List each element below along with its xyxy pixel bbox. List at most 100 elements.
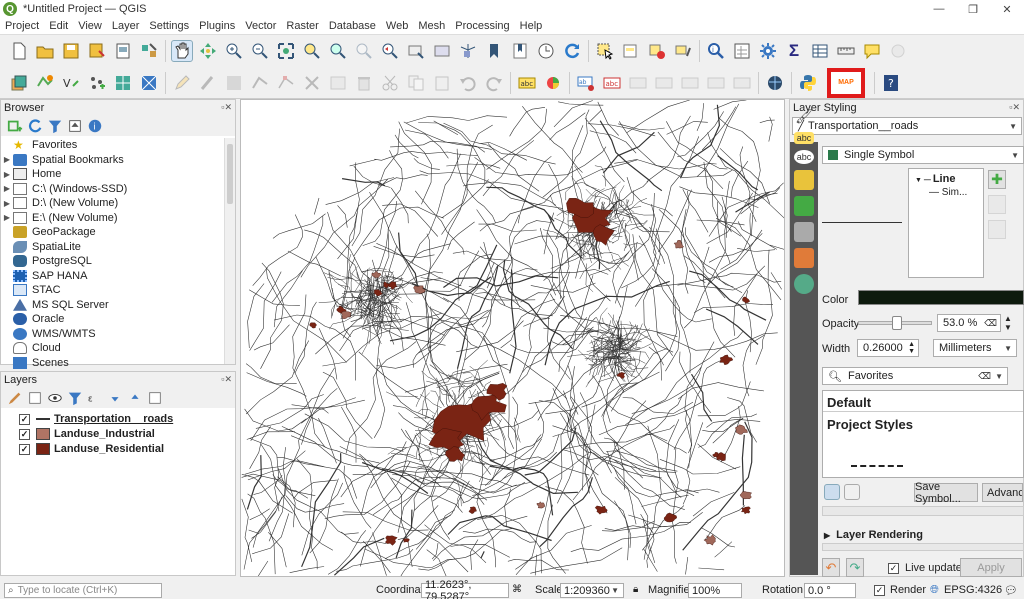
live-update-toggle[interactable]: ✓ Live update: [888, 562, 962, 574]
browser-item-d-drive[interactable]: ▶ D:\ (New Volume): [1, 196, 223, 211]
locator-search-input[interactable]: ⌕ Type to locate (Ctrl+K): [4, 583, 162, 598]
refresh-icon[interactable]: [561, 40, 583, 62]
rotation-spinbox[interactable]: 0.0 °: [804, 583, 856, 598]
clear-icon[interactable]: ⌫: [984, 318, 997, 329]
color-picker-button[interactable]: [858, 290, 1024, 305]
processing-gear-icon[interactable]: [757, 40, 779, 62]
browser-item-spatial-bookmarks[interactable]: ▶ Spatial Bookmarks: [1, 153, 223, 168]
render-checkbox[interactable]: ✓: [874, 585, 885, 596]
new-3d-view-icon[interactable]: [457, 40, 479, 62]
list-view-button[interactable]: [844, 484, 860, 500]
remove-symbol-layer-button[interactable]: [988, 195, 1006, 214]
add-raster-layer-icon[interactable]: [112, 72, 134, 94]
toggle-extents-icon[interactable]: ⌘: [512, 584, 522, 595]
redo-style-button[interactable]: ↷: [846, 558, 864, 577]
browser-item-sap-hana[interactable]: SAP HANA: [1, 269, 223, 284]
save-project-icon[interactable]: [60, 40, 82, 62]
rendering-tab-icon[interactable]: [794, 248, 814, 268]
panel-float-close-icon[interactable]: ▫✕: [1009, 102, 1020, 113]
symbol-search-input[interactable]: 🔍︎ Favorites ⌫ ▼: [822, 367, 1008, 385]
browser-item-geopackage[interactable]: GeoPackage: [1, 225, 223, 240]
new-map-view-icon[interactable]: [431, 40, 453, 62]
menu-project[interactable]: Project: [0, 20, 44, 32]
masks-tab-icon[interactable]: abc: [794, 150, 814, 164]
rotate-label-icon[interactable]: [679, 72, 701, 94]
zoom-last-icon[interactable]: [379, 40, 401, 62]
browser-item-favorites[interactable]: ★ Favorites: [1, 138, 223, 153]
browser-item-stac[interactable]: STAC: [1, 283, 223, 298]
map-canvas[interactable]: [240, 99, 785, 577]
show-bookmarks-icon[interactable]: [509, 40, 531, 62]
save-as-icon[interactable]: [86, 40, 108, 62]
browser-item-cloud[interactable]: Cloud: [1, 341, 223, 356]
manage-visibility-eye-icon[interactable]: [47, 390, 63, 406]
undo-icon[interactable]: [457, 72, 479, 94]
tree-arrow[interactable]: ▶: [1, 184, 13, 193]
browser-item-spatialite[interactable]: SpatiaLite: [1, 240, 223, 255]
fields-tab-icon[interactable]: [794, 222, 814, 242]
add-selected-layers-icon[interactable]: [7, 118, 23, 134]
zoom-full-icon[interactable]: [275, 40, 297, 62]
select-features-icon[interactable]: [594, 40, 616, 62]
show-hide-labels-icon[interactable]: [627, 72, 649, 94]
symbol-library-list[interactable]: Default Project Styles: [822, 390, 1024, 478]
open-styling-brush-icon[interactable]: [7, 390, 23, 406]
layer-rendering-section[interactable]: ▶ Layer Rendering: [824, 529, 923, 541]
menu-processing[interactable]: Processing: [450, 20, 514, 32]
tree-arrow[interactable]: ▶: [1, 170, 13, 179]
apply-button[interactable]: Apply: [960, 558, 1022, 577]
deselect-all-icon[interactable]: [646, 40, 668, 62]
identify-features-icon[interactable]: i: [705, 40, 727, 62]
horizontal-scrollbar[interactable]: [822, 506, 1024, 516]
layer-visibility-checkbox[interactable]: ✓: [19, 443, 30, 455]
advanced-button[interactable]: Advance: [982, 483, 1023, 502]
browser-item-home[interactable]: ▶ Home: [1, 167, 223, 182]
tree-arrow[interactable]: ▶: [1, 199, 13, 208]
undo-style-button[interactable]: ↶: [822, 558, 840, 577]
filter-expression-icon[interactable]: ε: [87, 390, 103, 406]
panel-float-close-icon[interactable]: ▫✕: [221, 102, 232, 113]
digitize-pencil-icon[interactable]: [171, 72, 193, 94]
delete-selected-icon[interactable]: [353, 72, 375, 94]
menu-database[interactable]: Database: [324, 20, 381, 32]
messages-icon[interactable]: 💬︎: [1004, 584, 1018, 597]
zoom-to-selection-icon[interactable]: [301, 40, 323, 62]
spin-arrows-icon[interactable]: ▲ ▼: [1004, 314, 1012, 332]
symbol-tree-simple[interactable]: — Sim...: [929, 187, 967, 198]
map-tips-icon[interactable]: [861, 40, 883, 62]
crs-globe-icon[interactable]: 🌐︎: [930, 584, 939, 597]
coordinate-field[interactable]: 11.2623°, 79.5287°: [421, 579, 509, 599]
add-symbol-layer-button[interactable]: ✚: [988, 170, 1006, 189]
panel-float-close-icon[interactable]: ▫✕: [221, 374, 232, 385]
layer-visibility-checkbox[interactable]: ✓: [19, 413, 30, 425]
menu-web[interactable]: Web: [381, 20, 413, 32]
add-delimited-text-icon[interactable]: V: [60, 72, 82, 94]
remove-layer-icon[interactable]: [147, 390, 163, 406]
label-toolbar-icon[interactable]: abc: [516, 72, 538, 94]
opacity-slider-handle[interactable]: [891, 316, 902, 330]
menu-view[interactable]: View: [73, 20, 107, 32]
open-project-icon[interactable]: [34, 40, 56, 62]
menu-layer[interactable]: Layer: [107, 20, 145, 32]
new-project-icon[interactable]: [8, 40, 30, 62]
add-point-layer-icon[interactable]: [86, 72, 108, 94]
icon-view-button[interactable]: [824, 484, 840, 500]
tree-arrow[interactable]: ▶: [1, 213, 13, 222]
map-plugin-icon[interactable]: MAP: [838, 79, 854, 86]
vertex-tool-icon[interactable]: [275, 72, 297, 94]
highlight-pinned-labels-icon[interactable]: ab: [575, 72, 597, 94]
pan-to-selection-icon[interactable]: [197, 40, 219, 62]
pan-hand-icon[interactable]: [171, 40, 193, 62]
magnifier-spinbox[interactable]: 100%: [688, 583, 742, 598]
diagrams-tab-icon[interactable]: [794, 196, 814, 216]
redo-icon[interactable]: [483, 72, 505, 94]
close-button[interactable]: ✕: [990, 0, 1024, 18]
copy-features-icon[interactable]: [405, 72, 427, 94]
filter-legend-icon[interactable]: [67, 390, 83, 406]
modify-attributes-icon[interactable]: [327, 72, 349, 94]
zoom-native-icon[interactable]: [353, 40, 375, 62]
style-manager-icon[interactable]: [138, 40, 160, 62]
3d-view-tab-icon[interactable]: [794, 170, 814, 190]
globe-plugin-icon[interactable]: [764, 72, 786, 94]
duplicate-symbol-layer-button[interactable]: [988, 220, 1006, 239]
